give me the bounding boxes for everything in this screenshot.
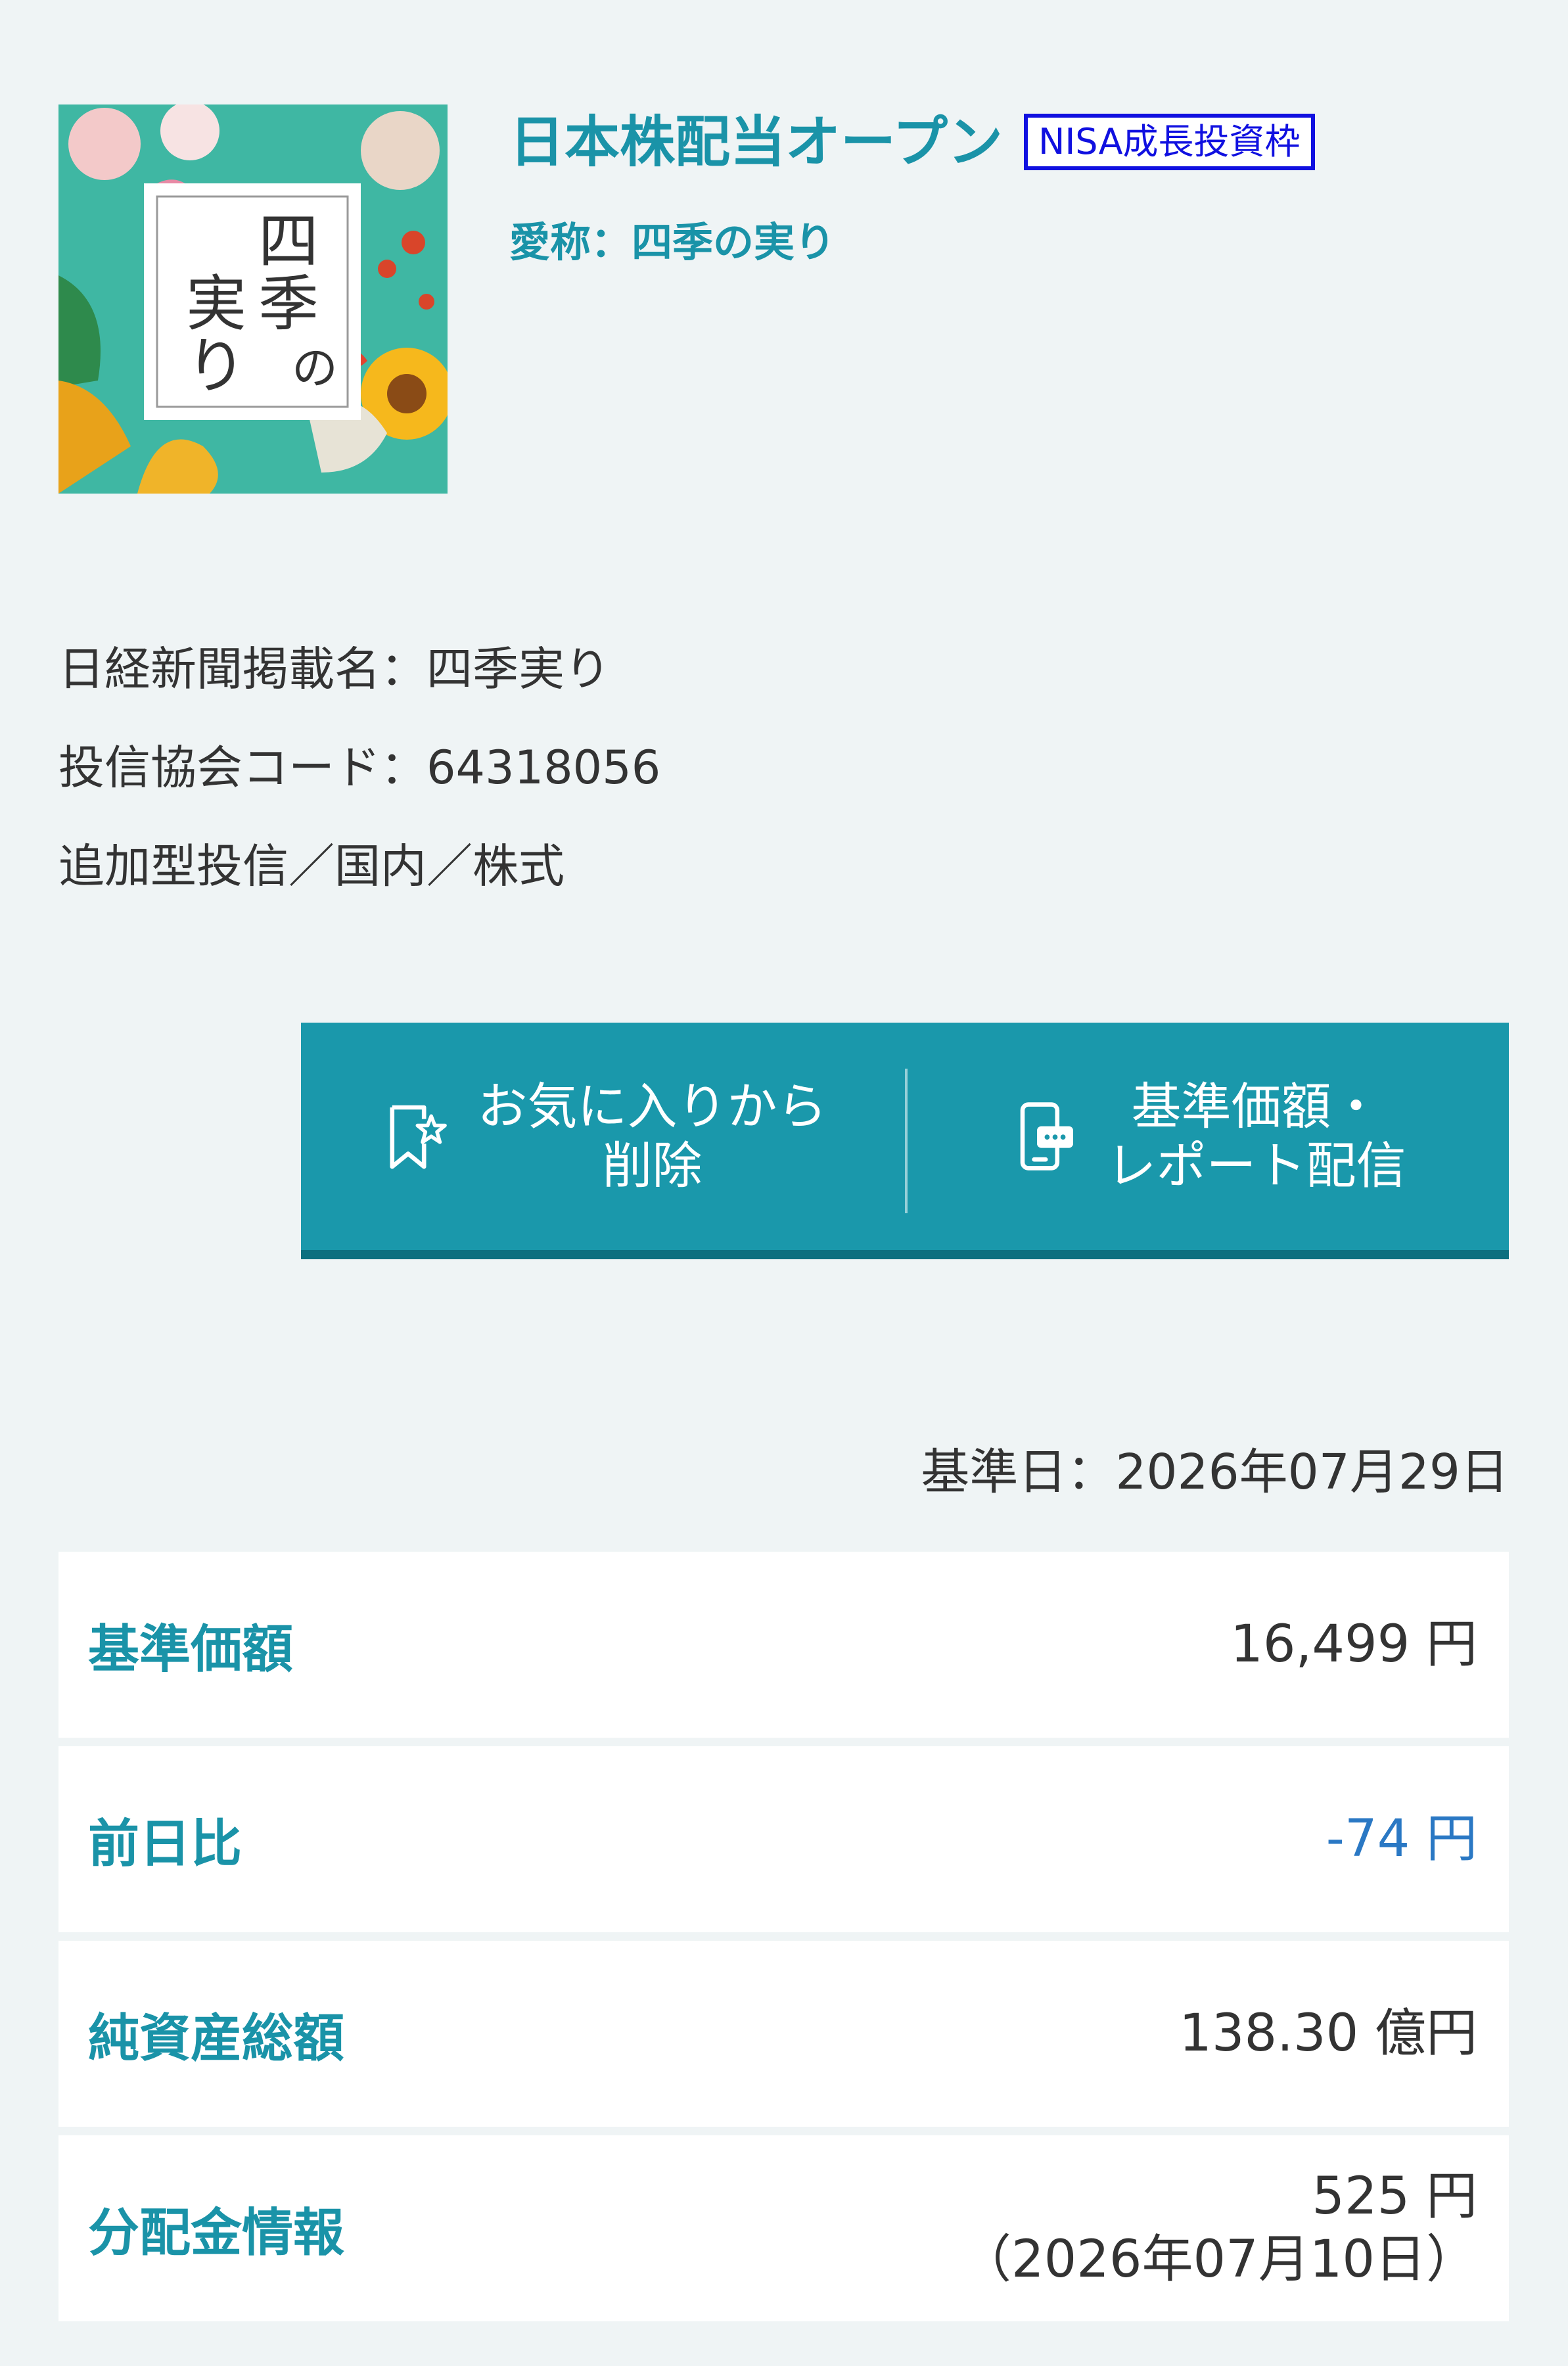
remove-favorite-label: お気に入りから 削除: [477, 1077, 827, 1195]
price-report-delivery-label: 基準価額・ レポート配信: [1106, 1077, 1406, 1195]
row-value: 525 円: [1312, 2167, 1477, 2227]
fund-name: 日本株配当オープン: [509, 110, 1003, 174]
price-report-delivery-button[interactable]: 基準価額・ レポート配信: [905, 1023, 1509, 1250]
row-label: 純資産総額: [88, 2008, 345, 2068]
fund-nickname: 愛称：四季の実り: [509, 218, 836, 266]
action-bar: お気に入りから 削除 基準価額・ レポート配信: [301, 1023, 1509, 1259]
table-row-net-assets: 純資産総額 138.30 億円: [58, 1941, 1509, 2127]
bookmark-star-icon: [379, 1100, 451, 1172]
remove-favorite-button[interactable]: お気に入りから 削除: [301, 1023, 905, 1250]
svg-text:り: り: [186, 331, 246, 402]
svg-text:四: 四: [258, 206, 319, 277]
association-code: 投信協会コード：64318056: [58, 741, 661, 795]
row-value: 16,499 円: [1230, 1614, 1477, 1674]
svg-text:実: 実: [186, 269, 246, 339]
row-label: 基準価額: [88, 1619, 294, 1679]
table-row-nav: 基準価額 16,499 円: [58, 1552, 1509, 1738]
table-row-distribution: 分配金情報 525 円 （2026年07月10日）: [58, 2135, 1509, 2321]
phone-message-icon: [1008, 1100, 1080, 1172]
svg-text:季: 季: [258, 269, 319, 339]
row-value: 138.30 億円: [1179, 2003, 1477, 2063]
nisa-badge: NISA成長投資枠: [1023, 114, 1315, 171]
row-label: 分配金情報: [88, 2203, 345, 2263]
base-date: 基準日：2026年07月29日: [921, 1444, 1509, 1500]
fund-category: 追加型投信／国内／株式: [58, 839, 565, 893]
row-value: -74 円: [1326, 1809, 1477, 1868]
fund-info-table: 基準価額 16,499 円 前日比 -74 円 純資産総額 138.30 億円 …: [58, 1552, 1509, 2330]
row-label: 前日比: [88, 1814, 242, 1874]
fund-logo-image: 四 季 の 実 り: [58, 104, 448, 494]
row-value-date: （2026年07月10日）: [959, 2229, 1477, 2289]
svg-text:の: の: [292, 341, 338, 395]
fund-title-row: 日本株配当オープン NISA成長投資枠: [509, 109, 1315, 175]
table-row-change: 前日比 -74 円: [58, 1746, 1509, 1932]
nikkei-name: 日経新聞掲載名：四季実り: [58, 642, 611, 696]
row-value-group: 525 円 （2026年07月10日）: [960, 2166, 1477, 2290]
